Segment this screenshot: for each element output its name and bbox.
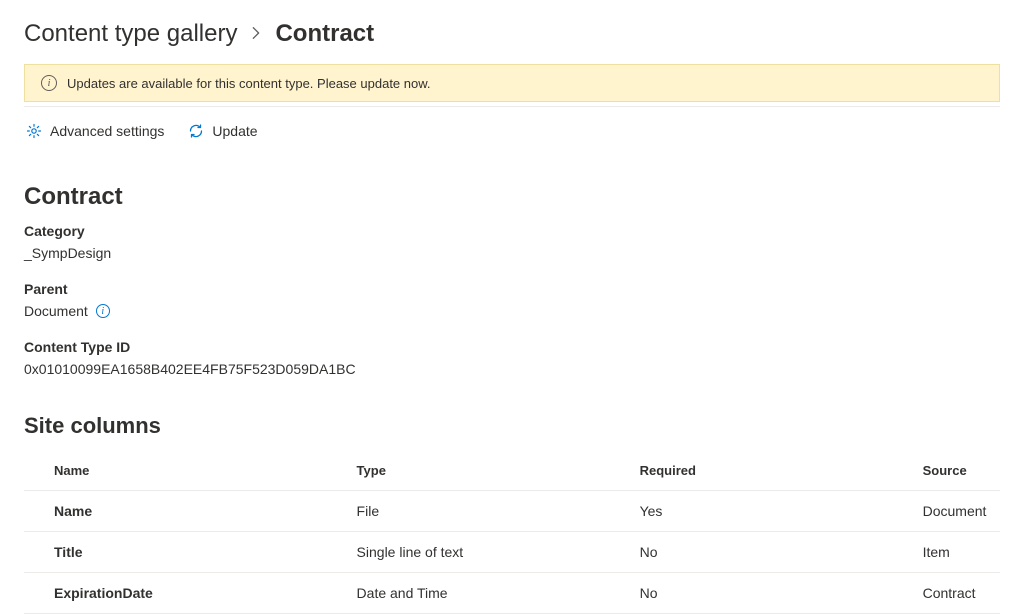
cell-source: Document xyxy=(893,491,1000,532)
cell-source: Item xyxy=(893,532,1000,573)
category-field: Category _SympDesign xyxy=(24,223,1000,261)
advanced-settings-label: Advanced settings xyxy=(50,123,164,139)
cell-required: No xyxy=(610,532,893,573)
advanced-settings-button[interactable]: Advanced settings xyxy=(24,119,166,143)
update-banner-text: Updates are available for this content t… xyxy=(67,76,431,91)
cell-name: Title xyxy=(24,532,327,573)
column-header-source[interactable]: Source xyxy=(893,451,1000,491)
cell-type: File xyxy=(327,491,610,532)
refresh-icon xyxy=(188,123,204,139)
chevron-right-icon xyxy=(249,23,263,46)
breadcrumb-current: Contract xyxy=(275,20,374,48)
category-label: Category xyxy=(24,223,1000,239)
update-banner: i Updates are available for this content… xyxy=(24,64,1000,102)
update-button[interactable]: Update xyxy=(186,119,259,143)
info-icon[interactable]: i xyxy=(96,304,110,318)
content-type-id-field: Content Type ID 0x01010099EA1658B402EE4F… xyxy=(24,339,1000,377)
parent-value: Document xyxy=(24,303,88,319)
cell-name: ExpirationDate xyxy=(24,573,327,614)
cell-type: Single line of text xyxy=(327,532,610,573)
info-icon: i xyxy=(41,75,57,91)
cell-required: Yes xyxy=(610,491,893,532)
site-columns-title: Site columns xyxy=(24,413,1000,439)
toolbar: Advanced settings Update xyxy=(24,107,1000,155)
parent-field: Parent Document i xyxy=(24,281,1000,319)
content-type-id-value: 0x01010099EA1658B402EE4FB75F523D059DA1BC xyxy=(24,361,1000,377)
table-row[interactable]: Name File Yes Document xyxy=(24,491,1000,532)
category-value: _SympDesign xyxy=(24,245,1000,261)
site-columns-table: Name Type Required Source Name File Yes … xyxy=(24,451,1000,614)
content-type-id-label: Content Type ID xyxy=(24,339,1000,355)
parent-label: Parent xyxy=(24,281,1000,297)
cell-required: No xyxy=(610,573,893,614)
content-type-title: Contract xyxy=(24,183,1000,211)
column-header-name[interactable]: Name xyxy=(24,451,327,491)
cell-name: Name xyxy=(24,491,327,532)
update-label: Update xyxy=(212,123,257,139)
cell-type: Date and Time xyxy=(327,573,610,614)
cell-source: Contract xyxy=(893,573,1000,614)
breadcrumb: Content type gallery Contract xyxy=(24,0,1000,64)
table-row[interactable]: Title Single line of text No Item xyxy=(24,532,1000,573)
column-header-required[interactable]: Required xyxy=(610,451,893,491)
column-header-type[interactable]: Type xyxy=(327,451,610,491)
table-row[interactable]: ExpirationDate Date and Time No Contract xyxy=(24,573,1000,614)
gear-icon xyxy=(26,123,42,139)
breadcrumb-parent-link[interactable]: Content type gallery xyxy=(24,20,237,48)
